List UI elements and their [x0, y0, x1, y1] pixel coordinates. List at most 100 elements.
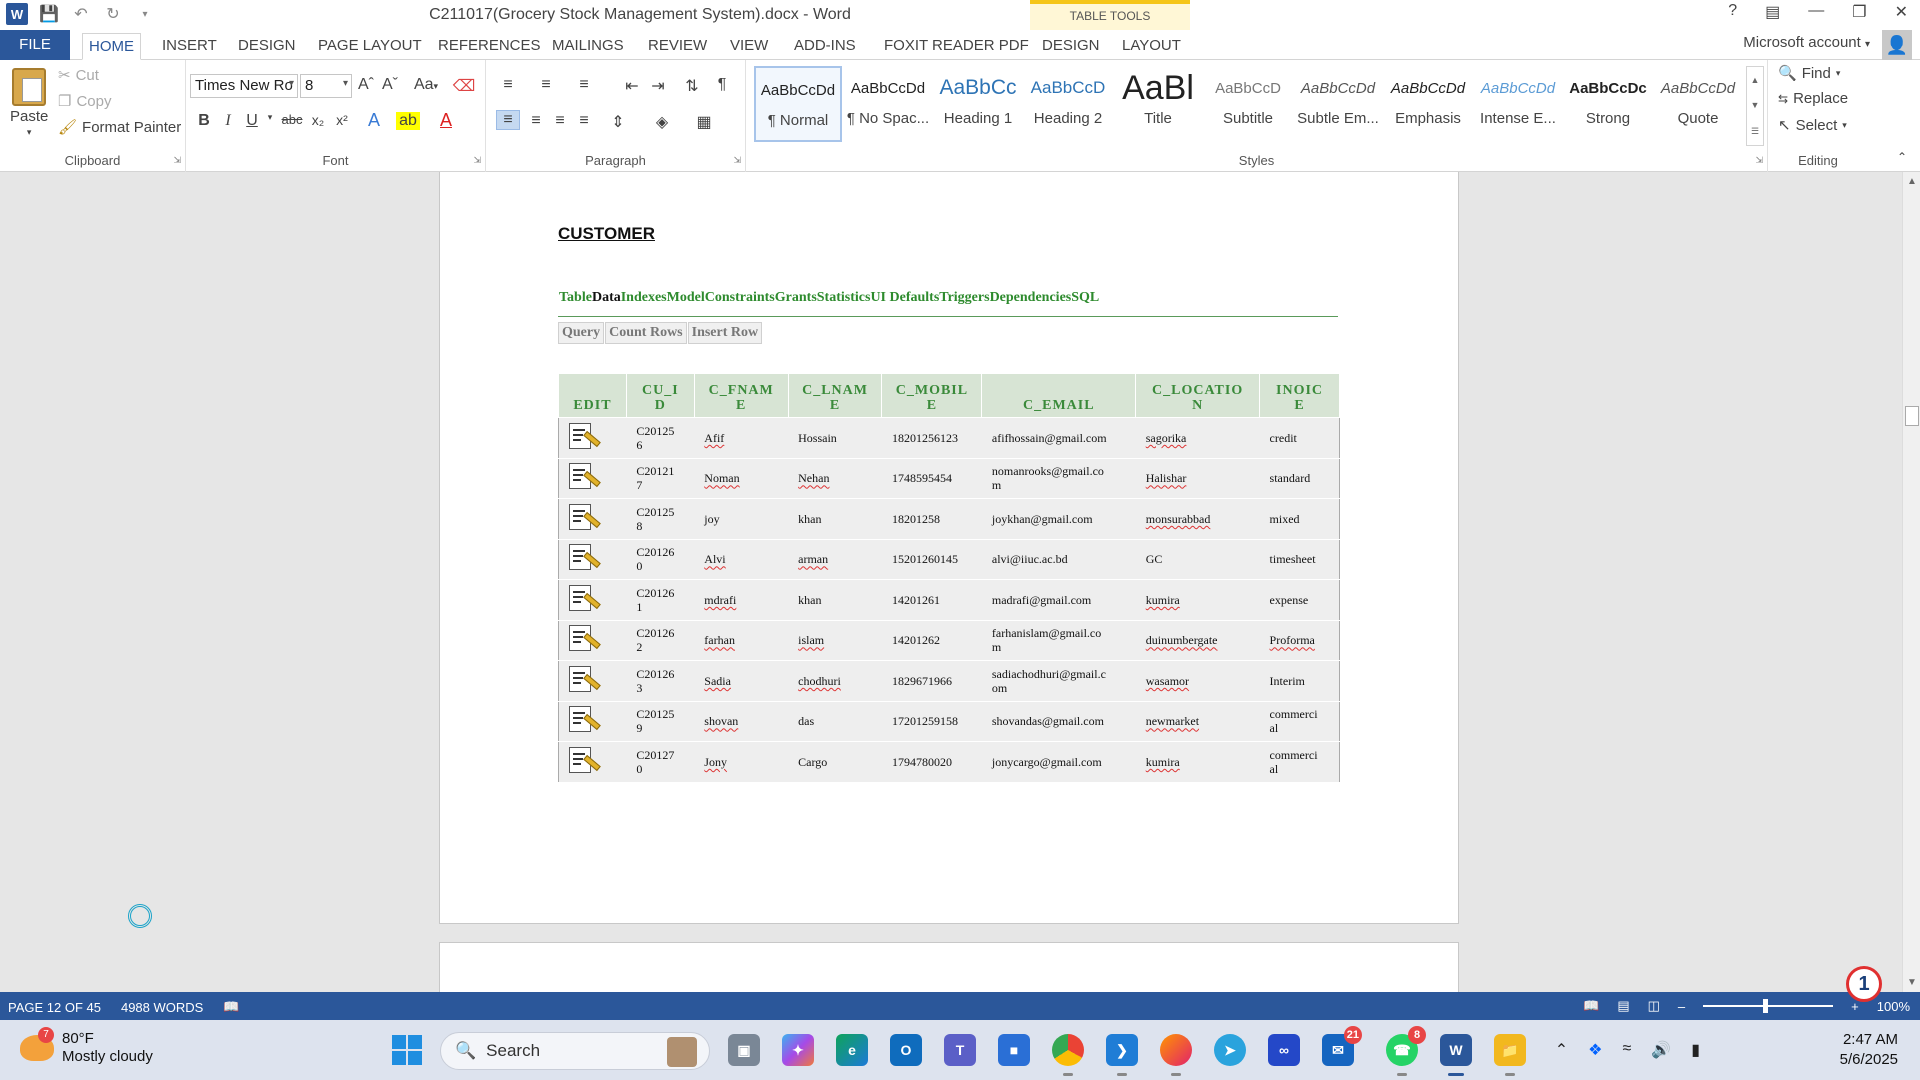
- tab-page-layout[interactable]: PAGE LAYOUT: [312, 33, 428, 60]
- header-c-lname[interactable]: C_LNAM E: [787, 373, 883, 418]
- tab-view[interactable]: VIEW: [724, 33, 774, 60]
- multilevel-list-icon[interactable]: ≡: [572, 76, 596, 94]
- word-taskbar-icon[interactable]: W: [1440, 1034, 1472, 1076]
- paste-button[interactable]: Paste ▾: [10, 68, 48, 138]
- copy-button[interactable]: ❐ Copy: [58, 92, 111, 111]
- tab-table-layout[interactable]: LAYOUT: [1116, 33, 1187, 60]
- tab-home[interactable]: HOME: [82, 33, 141, 60]
- zoom-out-icon[interactable]: –: [1678, 999, 1685, 1014]
- font-launcher-icon[interactable]: ⇲: [473, 155, 481, 166]
- tab-foxit-reader-pdf[interactable]: FOXIT READER PDF: [878, 33, 1035, 60]
- cut-button[interactable]: ✂ Cut: [58, 66, 99, 85]
- header-c-email[interactable]: C_EMAIL: [981, 373, 1137, 418]
- print-layout-icon[interactable]: ▤: [1617, 998, 1629, 1014]
- format-painter-button[interactable]: 🖌 Format Painter: [58, 118, 181, 137]
- link-sql[interactable]: SQL: [1071, 290, 1099, 305]
- copilot-icon[interactable]: ✦: [782, 1034, 814, 1066]
- header-c-location[interactable]: C_LOCATIO N: [1135, 373, 1261, 418]
- font-color-icon[interactable]: A: [434, 110, 458, 131]
- select-button[interactable]: ↖ Select ▾: [1778, 116, 1847, 135]
- task-view-icon[interactable]: ▣: [728, 1034, 760, 1066]
- strikethrough-icon[interactable]: abc: [280, 112, 304, 127]
- close-button[interactable]: ✕: [1895, 2, 1908, 22]
- style-emphasis[interactable]: AaBbCcDd Emphasis: [1384, 66, 1472, 142]
- show-hidden-icons-chevron-icon[interactable]: ⌃: [1555, 1040, 1568, 1060]
- edit-icon[interactable]: [567, 665, 601, 697]
- highlight-icon[interactable]: ab: [396, 112, 420, 130]
- subscript-icon[interactable]: x₂: [306, 112, 330, 128]
- tab-design[interactable]: DESIGN: [232, 33, 302, 60]
- clock[interactable]: 2:47 AM 5/6/2025: [1840, 1030, 1898, 1070]
- edge-icon[interactable]: e: [836, 1034, 868, 1066]
- paragraph-launcher-icon[interactable]: ⇲: [733, 155, 741, 166]
- link-indexes[interactable]: Indexes: [621, 290, 667, 305]
- style-subtitle[interactable]: AaBbCcD Subtitle: [1204, 66, 1292, 142]
- header-c-fname[interactable]: C_FNAM E: [693, 373, 789, 418]
- volume-icon[interactable]: 🔊: [1651, 1040, 1671, 1060]
- find-button[interactable]: 🔍 Find ▾: [1778, 64, 1840, 83]
- avatar[interactable]: 👤: [1882, 30, 1912, 60]
- numbering-icon[interactable]: ≡: [534, 76, 558, 94]
- outlook-icon[interactable]: O: [890, 1034, 922, 1066]
- style-no-spacing[interactable]: AaBbCcDd ¶ No Spac...: [844, 66, 932, 142]
- tab-references[interactable]: REFERENCES: [432, 33, 547, 60]
- link-ui-defaults[interactable]: UI Defaults: [870, 290, 939, 305]
- proofing-icon[interactable]: 📖: [223, 999, 239, 1015]
- zoom-level[interactable]: 100%: [1877, 999, 1910, 1014]
- microsoft-account[interactable]: Microsoft account ▾: [1743, 34, 1870, 51]
- link-model[interactable]: Model: [667, 290, 705, 305]
- count-rows-button[interactable]: Count Rows: [605, 322, 687, 344]
- fingerprint-icon[interactable]: [128, 904, 152, 928]
- vertical-scrollbar[interactable]: ▲ ▼: [1902, 172, 1920, 992]
- minimize-button[interactable]: —: [1808, 2, 1824, 22]
- sort-icon[interactable]: ⇅: [680, 76, 704, 96]
- decrease-indent-icon[interactable]: ⇤: [620, 76, 644, 96]
- increase-indent-icon[interactable]: ⇥: [646, 76, 670, 96]
- restore-button[interactable]: ❐: [1852, 2, 1866, 22]
- change-case-button[interactable]: Aa▾: [408, 76, 444, 94]
- dropbox-icon[interactable]: ❖: [1588, 1040, 1602, 1060]
- line-spacing-icon[interactable]: ⇕: [606, 112, 630, 132]
- underline-dropdown-icon[interactable]: ▾: [258, 112, 282, 123]
- zoom-slider-thumb[interactable]: [1763, 999, 1769, 1013]
- edit-icon[interactable]: [567, 462, 601, 494]
- show-hide-marks-icon[interactable]: ¶: [710, 76, 734, 94]
- align-right-icon[interactable]: ≡: [548, 112, 572, 130]
- font-size-combo[interactable]: 8 ▾: [300, 74, 352, 98]
- edit-icon[interactable]: [567, 543, 601, 575]
- link-triggers[interactable]: Triggers: [939, 290, 989, 305]
- tab-insert[interactable]: INSERT: [156, 33, 223, 60]
- zoom-slider[interactable]: [1703, 999, 1834, 1013]
- notification-badge[interactable]: 1: [1846, 966, 1882, 1002]
- shading-icon[interactable]: ◈: [650, 112, 674, 132]
- tab-table-design[interactable]: DESIGN: [1036, 33, 1106, 60]
- edit-icon[interactable]: [567, 584, 601, 616]
- visual-studio-icon[interactable]: ∞: [1268, 1034, 1300, 1066]
- style-intense-emphasis[interactable]: AaBbCcDd Intense E...: [1474, 66, 1562, 142]
- edit-icon[interactable]: [567, 624, 601, 656]
- windows-start-icon[interactable]: [392, 1035, 422, 1065]
- store-icon[interactable]: ■: [998, 1034, 1030, 1066]
- header-c-mobile[interactable]: C_MOBIL E: [881, 373, 983, 418]
- style-heading-1[interactable]: AaBbCc Heading 1: [934, 66, 1022, 142]
- style-title[interactable]: AaBl Title: [1114, 66, 1202, 142]
- tab-mailings[interactable]: MAILINGS: [546, 33, 630, 60]
- link-table[interactable]: Table: [559, 290, 592, 305]
- clear-formatting-icon[interactable]: ⌫: [452, 76, 476, 96]
- battery-icon[interactable]: ▮: [1691, 1040, 1700, 1060]
- edit-icon[interactable]: [567, 705, 601, 737]
- teams-icon[interactable]: T: [944, 1034, 976, 1066]
- firefox-icon[interactable]: [1160, 1034, 1192, 1076]
- gallery-more-icon[interactable]: ☰: [1751, 126, 1759, 137]
- taskbar-search[interactable]: 🔍 Search: [440, 1032, 710, 1070]
- shrink-font-icon[interactable]: Aˇ: [378, 76, 402, 94]
- style-normal[interactable]: AaBbCcDd ¶ Normal: [754, 66, 842, 142]
- chrome-icon[interactable]: [1052, 1034, 1084, 1076]
- help-button[interactable]: ?: [1728, 2, 1737, 22]
- superscript-icon[interactable]: x²: [330, 112, 354, 128]
- mail-icon[interactable]: ✉ 21: [1322, 1026, 1362, 1066]
- edit-icon[interactable]: [567, 422, 601, 454]
- italic-icon[interactable]: I: [216, 112, 240, 130]
- insert-row-button[interactable]: Insert Row: [687, 322, 763, 344]
- grow-font-icon[interactable]: Aˆ: [354, 76, 378, 94]
